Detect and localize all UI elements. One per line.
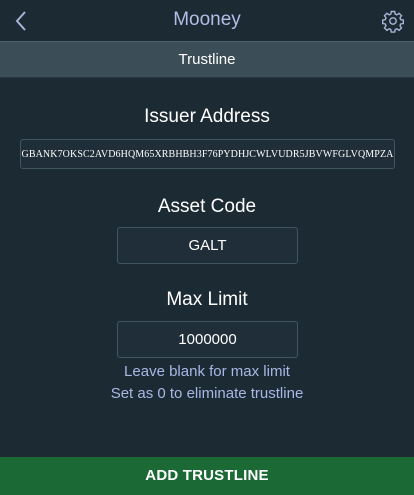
max-limit-input[interactable]: [117, 321, 298, 358]
section-title: Trustline: [0, 41, 414, 78]
add-trustline-button[interactable]: ADD TRUSTLINE: [0, 457, 414, 495]
issuer-address-label: Issuer Address: [144, 106, 270, 127]
issuer-address-input[interactable]: [20, 139, 395, 169]
hint-blank-limit: Leave blank for max limit: [124, 363, 290, 380]
hint-zero-limit: Set as 0 to eliminate trustline: [110, 385, 304, 402]
asset-code-label: Asset Code: [157, 196, 257, 217]
app-title: Mooney: [173, 9, 241, 30]
max-limit-label: Max Limit: [166, 289, 248, 310]
gear-icon: [382, 10, 404, 33]
settings-button[interactable]: [378, 6, 408, 36]
app-header: Mooney: [0, 0, 414, 41]
asset-code-input[interactable]: [117, 227, 298, 264]
